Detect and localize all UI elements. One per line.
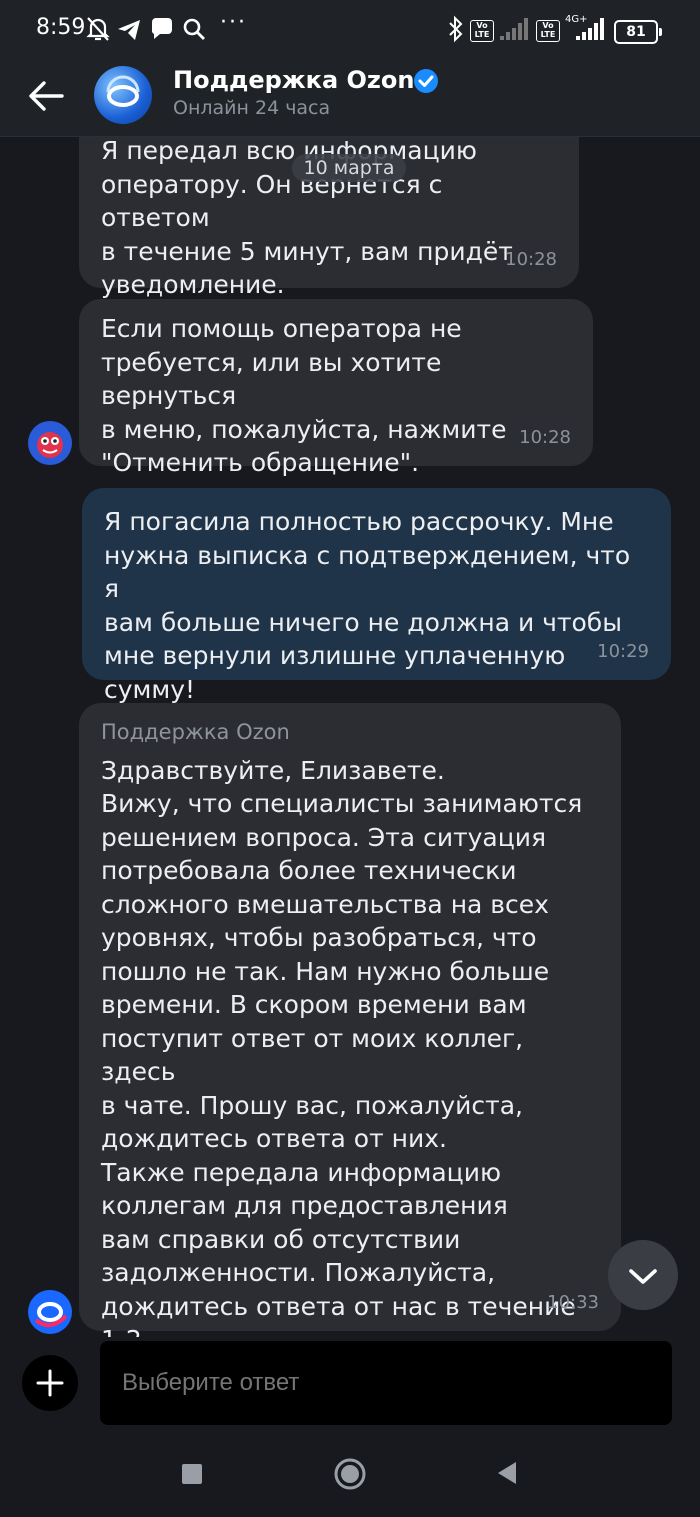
reply-input[interactable] (100, 1341, 672, 1425)
message-list[interactable]: Я передал всю информацию оператору. Он в… (0, 137, 700, 1337)
battery-indicator: 81 (614, 20, 662, 44)
chat-bubble-icon (151, 18, 172, 39)
message-time: 10:29 (597, 640, 649, 662)
incoming-message[interactable]: Поддержка Ozon Здравствуйте, Елизавете. … (79, 703, 621, 1337)
message-time: 10:33 (547, 1291, 599, 1313)
incoming-message[interactable]: Если помощь оператора не требуется, или … (79, 299, 593, 477)
scroll-to-bottom-button[interactable] (608, 1240, 678, 1310)
bell-off-icon (86, 17, 110, 41)
ozon-logo-avatar (28, 1290, 72, 1334)
more-notifications-icon: ··· (220, 10, 247, 35)
chat-title: Поддержка Ozon (173, 66, 415, 94)
attach-button[interactable] (22, 1355, 78, 1411)
chat-header: Поддержка Ozon Онлайн 24 часа (0, 60, 700, 137)
volte-icon-sim2: Vo LTE (536, 20, 560, 42)
message-text: Здравствуйте, Елизавете. Вижу, что специ… (101, 755, 583, 1338)
message-text: Если помощь оператора не требуется, или … (101, 314, 507, 477)
ozon-support-avatar[interactable] (94, 66, 152, 124)
chevron-down-icon (629, 1269, 657, 1284)
clock: 8:59 (36, 15, 86, 40)
recent-apps-icon[interactable] (178, 1460, 206, 1488)
back-arrow-icon[interactable] (24, 74, 68, 118)
plus-icon (36, 1369, 64, 1397)
volte-icon: Vo LTE (470, 20, 494, 42)
status-bar: 8:59 ··· Vo LTE Vo LTE 4G+ 81 (0, 0, 700, 60)
chat-subtitle: Онлайн 24 часа (173, 97, 331, 119)
bot-mascot-avatar (28, 421, 72, 465)
signal-icon-sim2 (576, 18, 604, 40)
signal-icon-sim1 (500, 18, 528, 40)
nav-back-icon[interactable] (492, 1458, 522, 1488)
date-separator: 10 марта (292, 154, 406, 182)
message-sender: Поддержка Ozon (101, 720, 290, 744)
headset-icon (106, 75, 140, 107)
verified-badge-icon (414, 69, 438, 93)
search-icon (183, 18, 205, 40)
bluetooth-icon (449, 15, 463, 43)
message-time: 10:28 (505, 248, 557, 270)
message-text: Я погасила полностью рассрочку. Мне нужн… (104, 507, 631, 704)
composer-bar (0, 1338, 700, 1517)
message-time: 10:28 (519, 426, 571, 448)
home-icon[interactable] (332, 1456, 368, 1492)
telegram-icon (118, 20, 140, 40)
outgoing-message[interactable]: Я погасила полностью рассрочку. Мне нужн… (82, 488, 671, 704)
